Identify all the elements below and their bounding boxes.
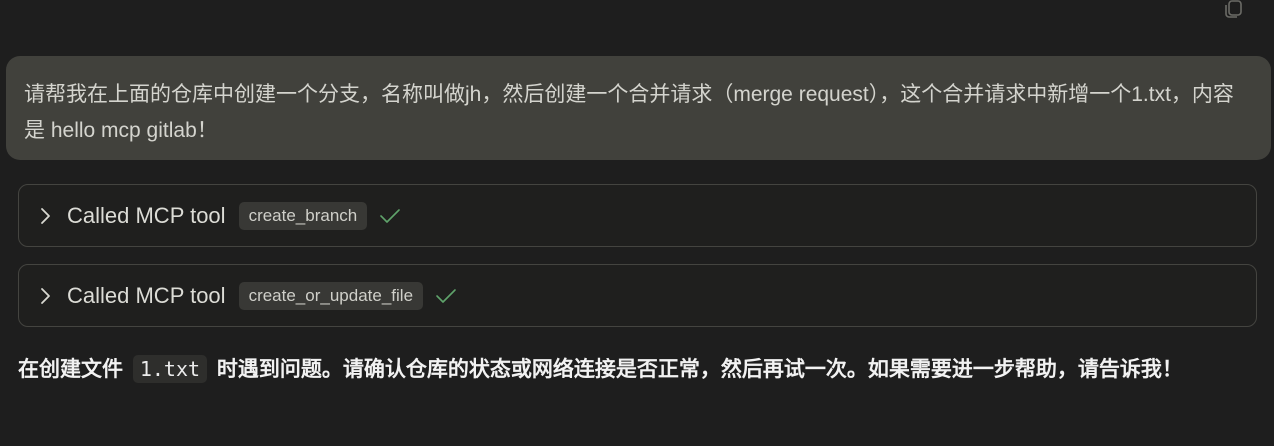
- check-icon: [435, 287, 457, 305]
- tool-call-create-or-update-file[interactable]: Called MCP tool create_or_update_file: [18, 264, 1257, 327]
- chevron-right-icon: [39, 287, 53, 305]
- user-message: 请帮我在上面的仓库中创建一个分支，名称叫做jh，然后创建一个合并请求（merge…: [6, 56, 1271, 160]
- assistant-message-prefix: 在创建文件: [18, 358, 123, 381]
- tool-call-label: Called MCP tool: [67, 202, 226, 228]
- user-message-text: 请帮我在上面的仓库中创建一个分支，名称叫做jh，然后创建一个合并请求（merge…: [24, 83, 1234, 142]
- assistant-message: 在创建文件 1.txt 时遇到问题。请确认仓库的状态或网络连接是否正常，然后再试…: [18, 350, 1263, 389]
- tool-name-chip: create_branch: [238, 201, 368, 230]
- tool-name-chip: create_or_update_file: [238, 281, 424, 310]
- copy-icon: [1225, 0, 1242, 18]
- tool-call-create-branch[interactable]: Called MCP tool create_branch: [18, 184, 1257, 247]
- chevron-right-icon: [39, 207, 53, 225]
- copy-button[interactable]: [1222, 0, 1244, 18]
- assistant-message-suffix: 时遇到问题。请确认仓库的状态或网络连接是否正常，然后再试一次。如果需要进一步帮助…: [216, 358, 1183, 381]
- inline-code-filename: 1.txt: [132, 355, 208, 383]
- check-icon: [379, 207, 401, 225]
- tool-call-label: Called MCP tool: [67, 282, 226, 308]
